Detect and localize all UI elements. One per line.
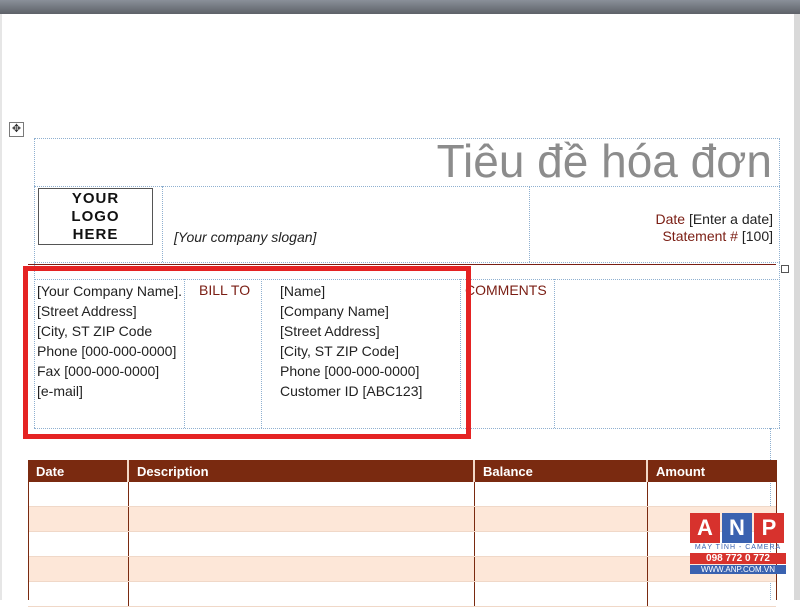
- header-divider: [28, 264, 776, 265]
- page-left-edge: [0, 14, 2, 600]
- header-description[interactable]: Description: [128, 460, 475, 482]
- table-resize-handle[interactable]: [781, 265, 789, 273]
- table-move-handle-icon[interactable]: ✥: [9, 122, 24, 137]
- watermark-letter: N: [722, 513, 752, 543]
- grid-line: [34, 262, 780, 263]
- header-date[interactable]: Date: [28, 460, 129, 482]
- date-line[interactable]: Date [Enter a date]: [655, 211, 773, 227]
- statement-line[interactable]: Statement # [100]: [662, 228, 773, 244]
- logo-placeholder[interactable]: YOUR LOGO HERE: [38, 188, 153, 245]
- header-balance[interactable]: Balance: [474, 460, 648, 482]
- grid-line: [779, 138, 780, 428]
- comments-label: COMMENTS: [465, 282, 547, 298]
- grid-line: [162, 186, 163, 262]
- grid-line: [529, 186, 530, 262]
- watermark-phone: 098 772 0 772: [690, 553, 786, 564]
- anp-watermark: A N P MÁY TÍNH - CAMERA 098 772 0 772 WW…: [690, 513, 786, 574]
- table-row[interactable]: [28, 482, 776, 507]
- company-slogan[interactable]: [Your company slogan]: [174, 229, 316, 245]
- watermark-letter: A: [690, 513, 720, 543]
- grid-line: [554, 279, 555, 428]
- items-table: Date Description Balance Amount: [28, 460, 776, 607]
- date-value[interactable]: [Enter a date]: [689, 211, 773, 227]
- statement-label: Statement #: [662, 228, 738, 244]
- statement-value[interactable]: [100]: [742, 228, 773, 244]
- watermark-letter: P: [754, 513, 784, 543]
- logo-text: YOUR LOGO HERE: [71, 189, 120, 243]
- watermark-logo: A N P: [690, 513, 786, 543]
- watermark-tagline: MÁY TÍNH - CAMERA: [694, 544, 782, 551]
- table-left-border: [28, 460, 29, 600]
- window-top-bar: [0, 0, 800, 14]
- table-row[interactable]: [28, 581, 776, 607]
- table-row[interactable]: [28, 531, 776, 557]
- invoice-title[interactable]: Tiêu đề hóa đơn: [437, 134, 772, 188]
- table-row[interactable]: [28, 506, 776, 532]
- page-right-edge: [794, 14, 800, 600]
- date-label: Date: [655, 211, 686, 227]
- header-amount[interactable]: Amount: [647, 460, 776, 482]
- highlight-box: [23, 266, 471, 439]
- watermark-url: WWW.ANP.COM.VN: [690, 565, 786, 574]
- table-row[interactable]: [28, 556, 776, 582]
- comments-field[interactable]: [556, 281, 778, 427]
